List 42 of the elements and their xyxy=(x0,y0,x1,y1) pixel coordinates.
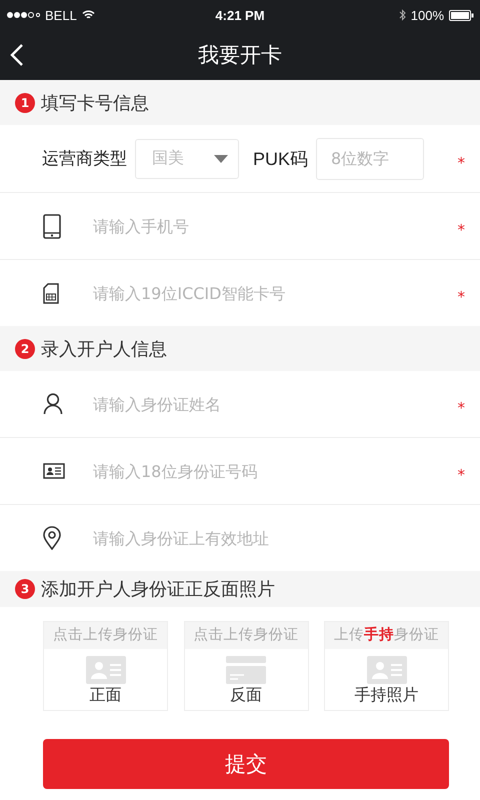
carrier-name: BELL xyxy=(45,8,77,22)
upload-card[interactable]: 点击上传身份证 正面 xyxy=(43,621,168,711)
status-time: 4:21 PM xyxy=(215,8,265,22)
puk-label: PUK码 xyxy=(253,148,308,170)
required-mark: * xyxy=(458,465,465,484)
id-card-front-icon xyxy=(86,656,126,684)
upload-label: 正面 xyxy=(90,685,122,706)
upload-card[interactable]: 点击上传身份证 反面 xyxy=(184,621,308,711)
upload-caption: 点击上传身份证 xyxy=(184,622,308,649)
puk-field[interactable]: 8位数字 xyxy=(316,138,424,180)
upload-card[interactable]: 上传手持身份证 手持照片 xyxy=(324,621,449,711)
back-icon[interactable] xyxy=(10,43,24,67)
upload-caption: 点击上传身份证 xyxy=(44,622,167,649)
section-title: 添加开户人身份证正反面照片 xyxy=(41,578,275,601)
step-number: 3 xyxy=(15,579,35,599)
submit-button[interactable]: 提交 xyxy=(43,739,449,789)
required-mark: * xyxy=(458,398,465,417)
phone-icon xyxy=(43,214,61,238)
upload-label: 反面 xyxy=(230,685,262,706)
section-title: 录入开户人信息 xyxy=(41,338,167,360)
location-pin-icon xyxy=(43,526,61,550)
required-mark: * xyxy=(458,152,465,172)
section-title: 填写卡号信息 xyxy=(41,92,149,114)
required-mark: * xyxy=(458,287,465,306)
bluetooth-icon xyxy=(398,9,406,21)
sim-card-icon xyxy=(43,282,59,304)
page-title: 我要开卡 xyxy=(198,42,282,69)
carrier-label: 运营商类型 xyxy=(42,148,127,170)
id-card-front-icon xyxy=(366,656,406,684)
battery-percent: 100% xyxy=(410,8,444,22)
signal-icon xyxy=(6,11,40,19)
upload-label: 手持照片 xyxy=(354,685,418,706)
wifi-icon xyxy=(82,10,95,20)
id-card-back-icon xyxy=(226,656,266,684)
step-number: 1 xyxy=(15,92,35,112)
id-card-icon xyxy=(43,463,65,479)
person-icon xyxy=(43,393,63,415)
step-number: 2 xyxy=(15,338,35,358)
battery-icon xyxy=(449,10,474,20)
caret-icon xyxy=(214,154,228,162)
required-mark: * xyxy=(458,220,465,239)
upload-caption: 上传手持身份证 xyxy=(325,622,448,649)
